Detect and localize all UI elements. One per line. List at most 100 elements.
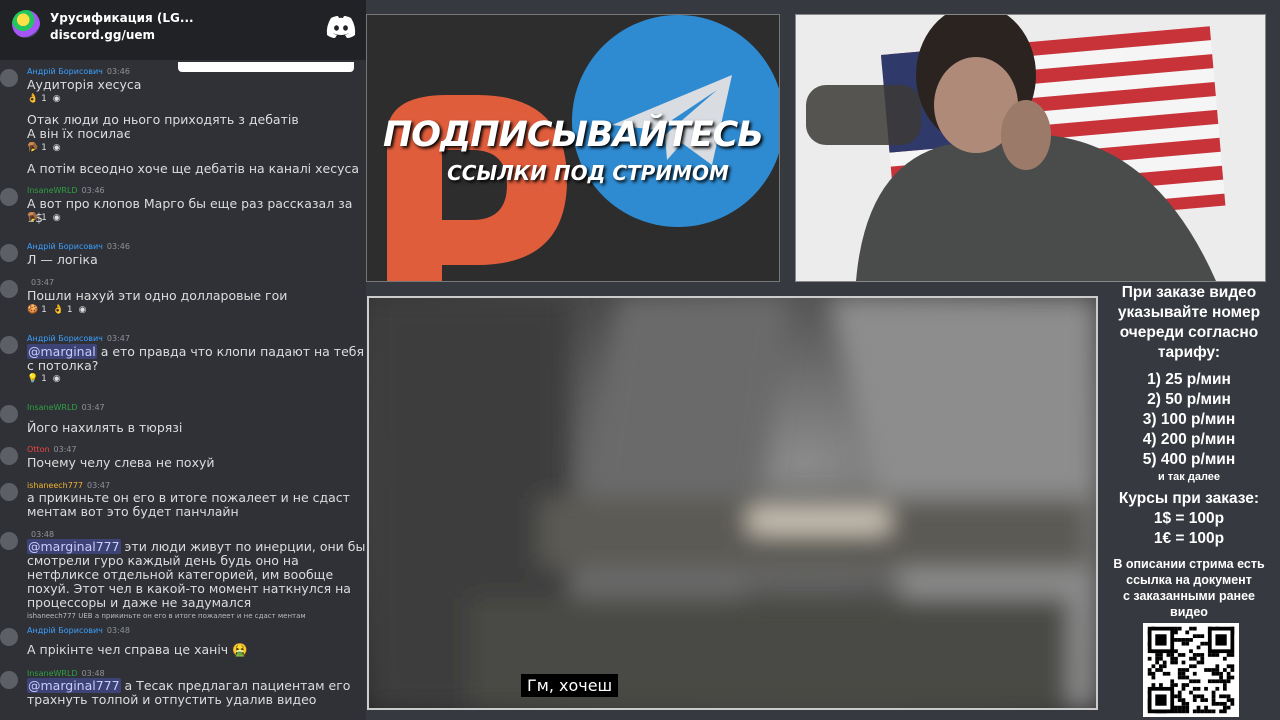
- message-content: А потім всеодно хоче ще дебатів на канал…: [27, 161, 360, 176]
- timestamp: 03:47: [87, 481, 111, 490]
- reaction-bar: 👌 1 ◉: [27, 94, 67, 104]
- avatar[interactable]: [0, 69, 18, 87]
- promo-subtitle: ССЫЛКИ ПОД СТРИМОМ: [447, 161, 729, 185]
- username[interactable]: ishaneech777: [27, 481, 83, 490]
- rates-title: Курсы при заказе:: [1118, 490, 1260, 507]
- reaction[interactable]: 💡 1: [27, 374, 47, 384]
- username[interactable]: InsaneWRLD: [27, 403, 78, 412]
- avatar[interactable]: [0, 671, 18, 689]
- reaction[interactable]: ◉: [53, 374, 61, 384]
- message-content: Пошли нахуй эти одно долларовые гои: [27, 288, 288, 303]
- info-line: тарифу:: [1157, 344, 1221, 361]
- info-line: очереди согласно: [1119, 324, 1259, 341]
- reaction-bar: 🪤 1 ◉: [27, 143, 67, 153]
- promo-title: ПОДПИСЫВАЙТЕСЬ: [383, 115, 764, 155]
- tariff-etc: и так далее: [1157, 471, 1221, 483]
- avatar[interactable]: [0, 483, 18, 501]
- message-meta: Андрій Борисович 03:46: [27, 242, 130, 251]
- timestamp: 03:48: [81, 669, 105, 678]
- info-line: 1) 25 р/мин: [1147, 371, 1231, 388]
- message-content: @marginal777 эти люди живут по инерции, …: [27, 539, 366, 610]
- video-subtitle: Гм, хочеш: [521, 674, 619, 697]
- message-meta: Андрій Борисович 03:47: [27, 334, 130, 343]
- message-meta: 03:47: [27, 278, 54, 287]
- info-line: 3) 100 р/мин: [1142, 411, 1236, 428]
- avatar[interactable]: [0, 628, 18, 646]
- order-info-panel: При заказе видео указывайте номер очереди …: [1098, 283, 1280, 620]
- reaction[interactable]: ◉: [53, 143, 61, 153]
- info-line: 4) 200 р/мин: [1142, 431, 1236, 448]
- reaction[interactable]: 🪤 1: [27, 143, 47, 153]
- avatar[interactable]: [0, 280, 18, 298]
- message-meta: ishaneech777 03:47: [27, 481, 110, 490]
- username[interactable]: Андрій Борисович: [27, 242, 103, 251]
- avatar[interactable]: [0, 188, 18, 206]
- avatar[interactable]: [0, 244, 18, 262]
- timestamp: 03:47: [81, 403, 105, 412]
- reaction[interactable]: 🪤 1: [27, 213, 47, 223]
- info-line: В описании стрима есть: [1113, 557, 1265, 571]
- server-header[interactable]: Урусификация (LG... discord.gg/uem: [0, 0, 366, 60]
- reaction-bar: 💡 1 ◉: [27, 374, 67, 384]
- avatar[interactable]: [0, 336, 18, 354]
- reaction[interactable]: ◉: [53, 213, 61, 223]
- message-content: @marginal а ето правда что клопи падают …: [27, 344, 364, 373]
- progress-bar: [178, 62, 354, 72]
- info-line: указывайте номер: [1117, 304, 1261, 321]
- reply-text[interactable]: ishaneech777 UEB а прикиньте он его в ит…: [27, 612, 306, 620]
- timestamp: 03:47: [106, 334, 130, 343]
- timestamp: 03:46: [106, 242, 130, 251]
- reaction[interactable]: 👌 1: [53, 305, 73, 315]
- username[interactable]: InsaneWRLD: [27, 669, 78, 678]
- username[interactable]: Андрій Борисович: [27, 67, 103, 76]
- info-line: ссылка на документ: [1126, 573, 1252, 587]
- info-line: с заказанными ранее: [1122, 589, 1255, 603]
- info-line: 1$ = 100р: [1153, 510, 1225, 527]
- message-meta: InsaneWRLD 03:47: [27, 403, 105, 412]
- user-mention[interactable]: @marginal: [27, 344, 97, 359]
- message-content: А він їх посилає: [27, 126, 131, 141]
- message-meta: InsaneWRLD 03:46: [27, 186, 105, 195]
- description-note: В описании стрима есть ссылка на документ…: [1098, 556, 1280, 620]
- message-content: А прікінте чел справа це ханіч 🤮: [27, 642, 248, 657]
- avatar[interactable]: [0, 447, 18, 465]
- reaction[interactable]: 👌 1: [27, 94, 47, 104]
- timestamp: 03:47: [31, 278, 55, 287]
- reaction[interactable]: ◉: [53, 94, 61, 104]
- message-content: а прикиньте он его в итоге пожалеет и не…: [27, 490, 350, 519]
- rates-list: 1$ = 100р 1€ = 100р: [1098, 509, 1280, 549]
- avatar[interactable]: [0, 405, 18, 423]
- username[interactable]: Otton: [27, 445, 50, 454]
- info-line: 5) 400 р/мин: [1142, 451, 1236, 468]
- tariff-list: 1) 25 р/мин 2) 50 р/мин 3) 100 р/мин 4) 200…: [1098, 370, 1280, 470]
- message-meta: InsaneWRLD 03:48: [27, 669, 105, 678]
- timestamp: 03:48: [106, 626, 130, 635]
- user-mention[interactable]: @marginal777: [27, 678, 121, 693]
- promo-banner: ПОДПИСЫВАЙТЕСЬ ССЫЛКИ ПОД СТРИМОМ: [366, 14, 780, 282]
- username[interactable]: Андрій Борисович: [27, 626, 103, 635]
- message-content: Л — логіка: [27, 252, 98, 267]
- user-mention[interactable]: @marginal777: [27, 539, 121, 554]
- message-content: @marginal777 а Тесак предлагал пациентам…: [27, 678, 351, 707]
- message-meta: Андрій Борисович 03:46: [27, 67, 130, 76]
- info-line: 2) 50 р/мин: [1147, 391, 1231, 408]
- server-invite-link[interactable]: discord.gg/uem: [50, 28, 155, 42]
- main-video-player[interactable]: [367, 296, 1098, 710]
- reaction-bar: 🍪 1 👌 1 ◉: [27, 305, 92, 315]
- username[interactable]: Андрій Борисович: [27, 334, 103, 343]
- message-content: Отак люди до нього приходять з дебатів: [27, 112, 299, 127]
- message-content: Його нахилять в тюрязі: [27, 420, 183, 435]
- message-content: А вот про клопов Марго бы еще раз расска…: [27, 196, 353, 225]
- info-line: видео: [1170, 605, 1208, 619]
- message-meta: Андрій Борисович 03:48: [27, 626, 130, 635]
- username[interactable]: InsaneWRLD: [27, 186, 78, 195]
- reaction[interactable]: ◉: [79, 305, 87, 315]
- chat-overlay: Урусификация (LG... discord.gg/uem Андрі…: [0, 0, 366, 720]
- timestamp: 03:46: [81, 186, 105, 195]
- server-name: Урусификация (LG...: [50, 11, 194, 25]
- reaction[interactable]: 🍪 1: [27, 305, 47, 315]
- qr-code-icon[interactable]: [1143, 623, 1239, 717]
- server-icon: [12, 10, 40, 38]
- avatar[interactable]: [0, 532, 18, 550]
- order-instructions: При заказе видео указывайте номер очереди …: [1098, 283, 1280, 363]
